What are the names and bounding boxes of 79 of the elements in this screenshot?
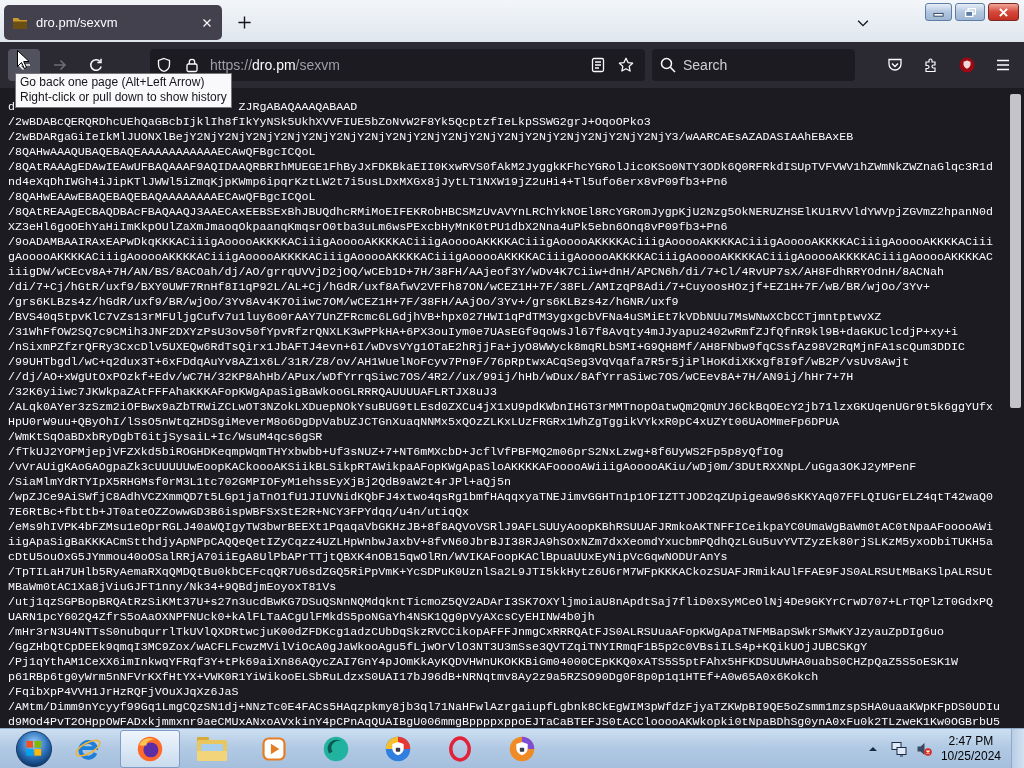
menu-icon[interactable] [995, 57, 1011, 73]
text-line: cDtU5ouOxG5JYmmou40oOSalRRjA70iiEgA8UlPbAPrTTjtQBXK4nOB15qwOlRn/WVIKAFoopKAClBpuaUUxEyNipVcGqwNODUrAnYs [8, 550, 728, 563]
text-line: /grs6KLBzs4z/hGdR/uxf9/BR/wjOo/3Yv8Av4K7Oiiwc7OM/wCEZ1H+7F/38FH/AAjOo/3Yv+/grs6KLBzs4z/hGNR/uxf9 [8, 295, 679, 308]
text-line: /8QAHwAAAQUBAQEBAQEAAAAAAAAAAAECAwQFBgcICQoL [8, 145, 316, 158]
text-line: /eMs9hIVPK4bFZMsu1eOprRGLJ40aWQIgyTW3bwrBEEXt1PqaqaVbGKHzJB+8f8AQVoVSRlJ9AFLSUUyAoopKBhRSUUAFJRmkoAKTNFFICeikpaYC0UmaWgBaWm0tAC0tNpaAFooooAWi [8, 520, 993, 533]
text-line: /BVS40q5tpvKlC7vZs13rMFUljgCufv7u1luy6o0rAAY7UnZFRcmc6LGdjhVB+hpx027HWI1qPdTM3ygxgcbVFNa4uSMiEt7kVDbNUu7MsWNwXCbCCTjmntptwvXZ [8, 310, 882, 323]
close-button[interactable] [988, 3, 1019, 21]
taskbar-button[interactable] [120, 729, 180, 768]
close-icon [998, 7, 1009, 17]
text-line: 7E6RtBc+fbttb+JT0ateOZZowwGD3B6ispWBFSxStE2R+NCY3FPYdqq/u4n/utiqQx [8, 505, 470, 518]
text-line: iiigDW/wCEcv8A+7H/AN/BS/8ACOah/dj/AO/grrqUVVjD2jOQ/wCEb1D+7H/38FH/AAjeof3Y/wDv4K7Ciiw+dnH/APCN6h/di/7+Cl/4RvUP7sX/AH8FdhRRYOdnH/8ACNah [8, 265, 945, 278]
cursor-icon [17, 50, 29, 69]
shield-lock-icon [508, 734, 536, 763]
text-line: /8QAtREAAgECBAQDBAcFBAQAAQJ3AAECAxEEBSExBhJBUQdhcRMiMoEIFEKRobHBCSMzUvAVYnLRChYkNOEl8RcYGRomJygpKjU2Nzg5OkNERUZHSElKU1RVVldYWVpjZGVmZ2hpanN0d [8, 205, 993, 218]
scrollbar-thumb[interactable] [1010, 94, 1021, 408]
text-line: p61RBp6tg0yWrm5nNFVrKXfHtYX+VWK0R1YiWikooELSbRuLdzxS0UAI17bJ96dB+NRNqtmv8Ay2z9a5RZSO90Dg0F8p0p1q1HTEf+A0w65A0x6Kokch [8, 670, 819, 683]
text-line: /2wBDABcQERQRDhcUEhQaGBcbIjklIh8fIkYyNSk5UkhXVVFIUE5bZoNvW2F8Yk5QcptzfIeLkpSSWG2grJ+OqoOPko3 [8, 115, 651, 128]
clock-date[interactable]: 10/25/2024 [940, 748, 1001, 764]
star-icon[interactable] [618, 57, 634, 73]
shield-icon[interactable] [156, 57, 172, 73]
text-line: /8QAHwEAAwEBAQEBAQEBAQAAAAAAAAECAwQFBgcICQoL [8, 190, 316, 203]
text-line: /32K6yiiwc7JKWkpaZAtFFFAhaKKKAFopKWgApaSigBaWkooGLRRRQAUUUUAFLRTJX8uJ3 [8, 385, 497, 398]
text-line: /vVrAUigKAoGAOgpaZk3cUUUUUwEoopKACkoooAKSiikBLSikpRTAWikpaAFopKWgApaSloAKKKKAFooooAWiiigAooooAKiu/wDj0m/3DUtRXXNpL/uGga3OKJ2yMPenF [8, 460, 917, 473]
text-line: ZJRgABAQAAAQABAAD [238, 100, 358, 113]
speaker-muted-icon[interactable] [915, 740, 932, 757]
browser-tab[interactable]: dro.pm/sexvm [4, 5, 222, 40]
text-line: /9oADAMBAAIRAxEAPwDkqKKKACiiigAooooAKKKKACiiigAooooAKKKKACiiigAooooAKKKKACiiigAooooAKKKKACiiigAooooAKKKKACiiigAooooAKKKKACiiigAooooAKKKKACiii [8, 235, 993, 248]
text-line: //dj/AO+xWgUtOxPOzkf+Edv/wC7H/32KP8AhHb/APux/wDfYrrqSiwc7OS/4R2//ux/99ij/hHb/wDux/8AfYrraSiwc7OS/wCEev8A+7H/AN9ij/hHr7+7H [8, 370, 854, 383]
text-line: d [8, 100, 15, 113]
text-line: /31WhFfOW2SQ7c9CMih3JNF2DXYzPsU3ov50fYpvRfzrQNXLK3wPPkHA+6PX3ouIym0e7UAsEGf9qoWsJl67f8Avqty4mJJyapu2402wRmfZJfQfnR9kl9B+daGKUClcdjP+xy+i [8, 325, 959, 338]
shield-badge-icon[interactable] [959, 57, 975, 73]
search-icon [660, 57, 676, 73]
network-icon[interactable] [890, 740, 907, 757]
text-line: /TpTILaH7UHlb5RyAemaRXqQMDQtBu0kbCEFcqQR7U6sdZGQ5RiPpVmK+YcSDPuK0UznlSa2L9JTI5kkHytz6U6rM7WFpKKKACkozSUAFJRmikAUlFFAE9FJS0ALRSUtMBaKSlpALRSUt [8, 565, 993, 578]
text-line: XZ3eHl6goOEhYaHiImKkpOUlZaXmJmaoqOkpaanqKmqsrO0tba3uLm6wsPExcbHyMnK0tPU1dbX2Nna4uPk5ebn6Onq8vP09fb3+Pn6 [8, 220, 728, 233]
text-line: /GgZHbQtCpDEEk9qmqI3MC9Zox/wACFLFcwzMVilViOcA0gJaWkooAgu5fLjwOrVlO3NT3U3mSse3QVTZqiTNYIRmqF1B5p2c0VBsiILS4p+KQikUOjJUBCSKgY [8, 640, 868, 653]
reload-icon [88, 57, 104, 73]
document-icon[interactable] [590, 57, 606, 73]
text-line: UARN1pcY602Q4ZfrS5oAaOXNPFNUck0+kAlFLTaACgUlFMkdS5poNGaYh4NSK1Qg0pVyAXcsCyEHINW4b0jh [8, 610, 595, 623]
text-line: gAooooAKKKKACiiigAooooAKKKKACiiigAooooAKKKKACiiigAooooAKKKKACiiigAooooAKKKKACiiigAooooAKKKKACiiigAooooAKKKKACiiigAooooAKKKKACiiigAooooAKKKKAC [8, 250, 993, 263]
arrow-right-icon [52, 57, 68, 73]
chevron-shield-icon[interactable] [887, 57, 903, 73]
text-line: /wpZJCe9AiSWfjC8AdhVCZXmmQD7t5LGp1jaTnO1fU1JIUVNidKQbFJ4xtwo4qsRg1bmfHAqqxyaTNEJimvGGHTn1p1OFIZTTJOD2qZUpigeaw96sKKYAq07FFLQIUGrELZ4qtT42waQ0 [8, 490, 993, 503]
text-line: /utj1qzSGPBopBRQAtRzSiKMt37U+s27n3ucdBwKG7DSuQSNnNQMdqkntTicmoZ5QV2ADArI3SK7OXYljmoiaU8nApdtSaj7fliD0xSyMCeOlNj4De9GKYrCrwD707+LrTQPlzT0GdxPQ [8, 595, 993, 608]
minimize-button[interactable] [925, 3, 952, 21]
text-line: /mHr3rN3U4NTTsS0nubqurrlTkUVlQXDRtwcjuK00dZFDKcg1adzCUbDqSkzRVCCikopAFFFJnmgCxRRRQAtFJS0ALRSUuaAFopKWgApaTNFMBapSWkrSMwKYJzyauZpDIg6uo [8, 625, 945, 638]
text-line: /99UHTbgdl/wC+q2dux3T+6xFDdqAuYv8AZ1x6L/31R/Z8/ov/AH1WuelNoFcyv7Pn9F/76pRptwxACqSeg3VqVqafa7R5r5jiPlHoKdiXKxgf8I9f/wB2P/vsUv8Awjt [8, 355, 910, 368]
text-line: /di/7+Cj/hGtR/uxf9/BXY0UWF7RnHf8I1qP92L/AL+Cj/hGdR/uxf8AfwV2VFFh87ON/wCEZ1H+7F/38FL/AMIzqP8Adi/7+CuyoosHOzjf+EZ1H+7F/wB/BR/wjOo/3Yv+ [8, 280, 931, 293]
text-line: /ALqk0AYer3zSzm2iOFBwx9aZbTRWiZCLwOT3NZokLXDuepNOkYsuBUG9tLEsd0ZXCu4jX1xU9pdKWbnIHGT3rMMTnopOatwQm2QmUYJ6CkBqOEcY2jb71lzxGKUqenUGr9t5k6ggYUfx [8, 400, 993, 413]
text-line: d9MOd4PvT2OHppOWFADxkjmmxnr9aeCMUxANxoAVxkinY4pCPnAqQUAIBgU006mmgBppppxppoEJTaCaBTEFJS0tACClooooAKWkopki0tNpaBDhSg0ynA0xFu0k2TLzweK1Kw0OGBrbU5 [8, 715, 1000, 728]
text-line: MBaWm0tAC1Xa8jViuGJFT1nny/Nk34+9QBdjmEoyoxT81Vs [8, 580, 337, 593]
url-text[interactable]: https://dro.pm/sexvm [210, 57, 578, 73]
text-line: /Pj1qYthAM1CeXX6imInkwqYFRqf3Y+tPk69aiXn86AQycZAI7GnY4pJOmKkAyKQDVHWnUKOKKBiGm04000CEpKKQ0xATS5S5ptFAhx5HFKDSUUWHA0uabS0CHZpQaZ5S5oESK1W [8, 655, 959, 668]
clock-time[interactable]: 2:47 PM [948, 733, 994, 749]
search-field[interactable]: Search [652, 49, 855, 81]
text-line: /2wBDARgaGiIeIkMlJUONXlBejY2NjY2NjY2NjY2NjY2NjY2NjY2NjY2NjY2NjY2NjY2NjY2NjY2NjY2NjY2NjY2NjY2NjY3/wAARCAEsAZADASIAAhEBAxEB [8, 130, 854, 143]
text-line: /FqibXpP4VVH1JrHzRQFjVOuXJqXz6JaS [8, 685, 239, 698]
ring-icon [446, 734, 474, 763]
text-line: HpU0rW9uu+QByOhI/lSsO5nWtqZHDSgiMeverM8o6DgDpVabUZJCTGnXuaqNNMx5xQOzZLKxLUzFRGRx1WhZgTggikVYkxR0pC4xUZYt06UAOMmeFp6DPUA [8, 415, 840, 428]
restore-button[interactable] [955, 3, 985, 21]
play-icon [260, 734, 288, 763]
text-line: /8QAtRAAAgEDAwIEAwUFBAQAAAF9AQIDAAQRBRIhMUEGE1FhByJxFDKBkaEII0KxwRVS0fAkM2JyggkKFhcYGRolJicoKSo0NTY3ODk6Q0RFRkdISUpTVFVWV1hZWmNkZWZnaGlqc3R1d [8, 160, 993, 173]
text-line: iigApaSigBaKKKACmStthdjyApNPpCAQQeQetIZyCqzz4UZLHpWnbwJaxbV+8fvN60JbrBJI38RJA9hSOxNZm7dxXeomdYxucbmPQdhQzLGu5uvYVTZyzEk80rjSLKzM5yxoDbiTUKH5a [8, 535, 993, 548]
text-line: /SiaMlmYdRTYIpX5RHGMsf0rM3L1tc702GMPIOFyM1ehssEyXjBj2QdB9aW2t4rJPl+aQj5n [8, 475, 511, 488]
text-line: nd4eXqDhIWGh4iJipKTlJWWl5iZmqKjpKWmp6ipqrKztLW2t7i5usLDxMXGx8jJytLT1NXW19jZ2uHi4+Tl5ufo6erx8vP09fb3+Pn6 [8, 175, 728, 188]
text-line: /nSixmPZfzrQFRy3CxcDlv5UXEQw6RdTsQirx1JbAFTJ4evn+6I/wDvsVYg1OTaE2hRjjFa+jyO8WWyck8mqRLbSMI+G9QH8Mf/AH8FNbw9fqCSsfAz98V2RqMjnFA1scQum3DDIC [8, 340, 966, 353]
restore-icon [964, 7, 976, 17]
puzzle-icon[interactable] [923, 57, 939, 73]
start-orb-icon [15, 729, 53, 768]
globe-swirl-icon [136, 734, 164, 763]
tooltip-text: Right-click or pull down to show history [20, 90, 227, 105]
start-button[interactable] [14, 729, 54, 768]
shield-lock-icon [384, 734, 412, 763]
round-logo-icon [322, 734, 350, 763]
text-line: /WmKtSqOaBDxbRyDgbT6itjSysaiL+Ic/WsuM4qcs6gSR [8, 430, 323, 443]
text-line: /fTkUJ2YOPMjepjVFZXkd5biROGHDKeqmpWqmTHYxbwbb+Uf3sNUZ+7+NT6mMXcbD+JcflVfPBFMQ2m06prS2NxLzwg+8f6UyWS2Fp5p8yQfIOg [8, 445, 784, 458]
plus-icon[interactable] [237, 15, 252, 30]
lock-icon[interactable] [184, 57, 200, 73]
text-line: /AMtm/Dimm9nYcyyf99Gq1LmgCQzSN1dj+NNzTc0E4FACs5HAqzpkmy8jb3ql71NaHFwlAzrgaiupfLgbnk8CkEgWIM3pWfdzFjyaTZKWpBI9QE5oZsmm1mzspSHA0uaaKWpKFpDS0UDIu [8, 700, 1000, 713]
